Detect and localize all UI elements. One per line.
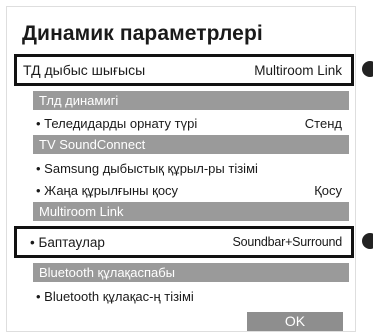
callout-marker-1 — [362, 61, 373, 77]
add-new-device-item[interactable]: • Жаңа құрылғыны қосу Қосу — [36, 180, 342, 200]
section-bluetooth-headphones: Bluetooth құлақаспабы — [33, 263, 349, 282]
add-new-device-value: Қосу — [314, 182, 342, 198]
tv-audio-output-row[interactable]: ТД дыбыс шығысы Multiroom Link — [14, 54, 354, 86]
settings-label: • Баптаулар — [30, 234, 105, 250]
add-new-device-label: • Жаңа құрылғыны қосу — [36, 182, 179, 198]
bluetooth-list-label: • Bluetooth құлақас-ң тізімі — [36, 288, 194, 304]
tv-installation-type-value: Стенд — [304, 115, 342, 131]
tv-audio-output-value: Multiroom Link — [254, 62, 342, 78]
page-title: Динамик параметрлері — [22, 22, 263, 45]
bluetooth-list-item[interactable]: • Bluetooth құлақас-ң тізімі — [36, 286, 342, 306]
samsung-device-list-label: • Samsung дыбыстық құрыл-ры тізімі — [36, 160, 258, 176]
section-tv-soundconnect: TV SoundConnect — [33, 135, 349, 154]
settings-row[interactable]: • Баптаулар Soundbar+Surround — [14, 226, 354, 258]
tv-installation-type-item[interactable]: • Теледидарды орнату түрі Стенд — [36, 113, 342, 133]
tv-audio-output-label: ТД дыбыс шығысы — [23, 62, 146, 78]
ok-button[interactable]: OK — [247, 312, 343, 331]
callout-marker-2 — [362, 233, 373, 249]
section-multiroom-link: Multiroom Link — [33, 202, 349, 221]
samsung-device-list-item[interactable]: • Samsung дыбыстық құрыл-ры тізімі — [36, 158, 342, 178]
section-tv-speaker: Тлд динамигі — [33, 91, 349, 110]
tv-installation-type-label: • Теледидарды орнату түрі — [36, 115, 198, 131]
settings-value: Soundbar+Surround — [232, 235, 342, 249]
